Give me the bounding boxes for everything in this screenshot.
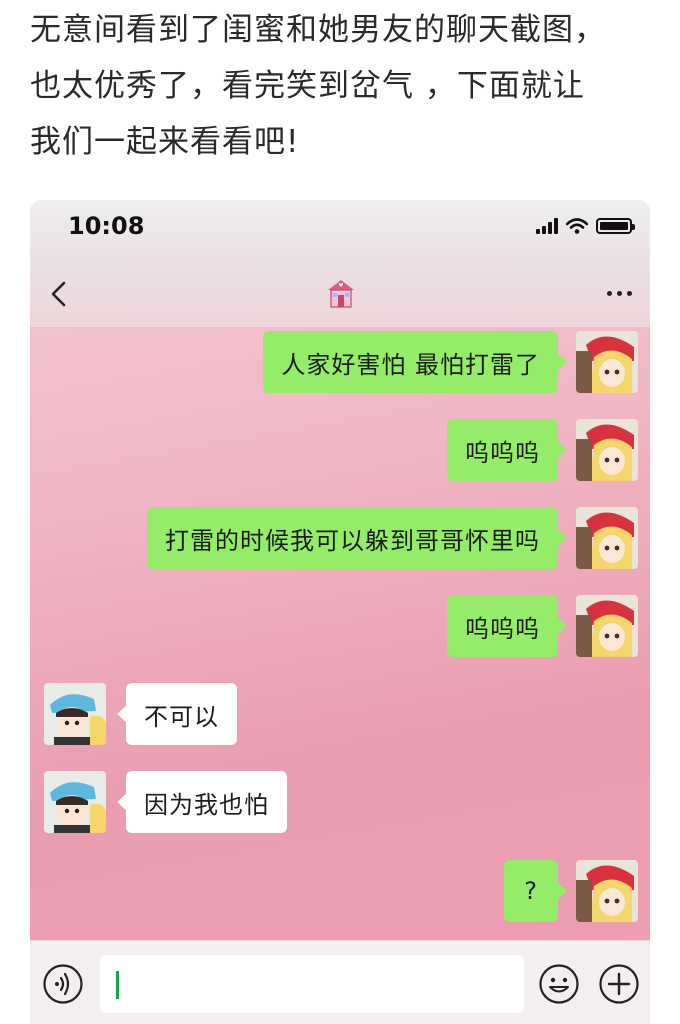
chat-screenshot: 10:08 人家好害怕 最怕打雷了 呜呜呜 打雷的时候我可以躲到哥哥怀里吗 呜呜… [30, 200, 650, 1024]
message-row: ? [504, 860, 567, 922]
status-icons [536, 218, 635, 234]
message-row: 因为我也怕 [117, 771, 287, 833]
article-line: 我们一起来看看吧! [30, 124, 300, 160]
message-row: 呜呜呜 [447, 419, 567, 481]
article-line: 也太优秀了，看完笑到岔气 ，下面就让 [30, 68, 585, 104]
receiver-avatar [44, 683, 106, 745]
message-bubble-sent[interactable]: 人家好害怕 最怕打雷了 [263, 331, 567, 393]
emoji-icon[interactable] [538, 963, 580, 1005]
battery-icon [596, 218, 635, 234]
text-cursor [116, 971, 119, 999]
wifi-icon [566, 218, 588, 234]
message-bubble-sent[interactable]: ? [504, 860, 567, 922]
article-intro-text: 无意间看到了闺蜜和她男友的聊天截图， 也太优秀了，看完笑到岔气 ，下面就让 我们… [30, 2, 660, 170]
message-row: 打雷的时候我可以躲到哥哥怀里吗 [147, 507, 567, 569]
back-chevron-icon[interactable] [48, 280, 72, 308]
status-bar: 10:08 [30, 200, 650, 258]
chat-input-bar [30, 940, 650, 1024]
chat-nav-bar [30, 258, 650, 328]
message-input[interactable] [100, 955, 524, 1013]
status-time: 10:08 [68, 212, 145, 240]
plus-icon[interactable] [598, 963, 640, 1005]
more-dots-icon[interactable] [607, 291, 632, 296]
sender-avatar [576, 331, 638, 393]
signal-icon [536, 218, 558, 234]
message-bubble-sent[interactable]: 呜呜呜 [447, 419, 567, 481]
message-bubble-sent[interactable]: 打雷的时候我可以躲到哥哥怀里吗 [147, 507, 567, 569]
sender-avatar [576, 419, 638, 481]
message-bubble-received[interactable]: 因为我也怕 [117, 771, 287, 833]
sender-avatar [576, 595, 638, 657]
article-line: 无意间看到了闺蜜和她男友的聊天截图， [30, 12, 606, 48]
message-row: 人家好害怕 最怕打雷了 [263, 331, 567, 393]
sender-avatar [576, 507, 638, 569]
message-row: 呜呜呜 [447, 595, 567, 657]
sender-avatar [576, 860, 638, 922]
message-bubble-sent[interactable]: 呜呜呜 [447, 595, 567, 657]
house-emoji-icon [328, 280, 354, 308]
message-row: 不可以 [117, 683, 237, 745]
message-bubble-received[interactable]: 不可以 [117, 683, 237, 745]
receiver-avatar [44, 771, 106, 833]
voice-icon[interactable] [42, 963, 84, 1005]
